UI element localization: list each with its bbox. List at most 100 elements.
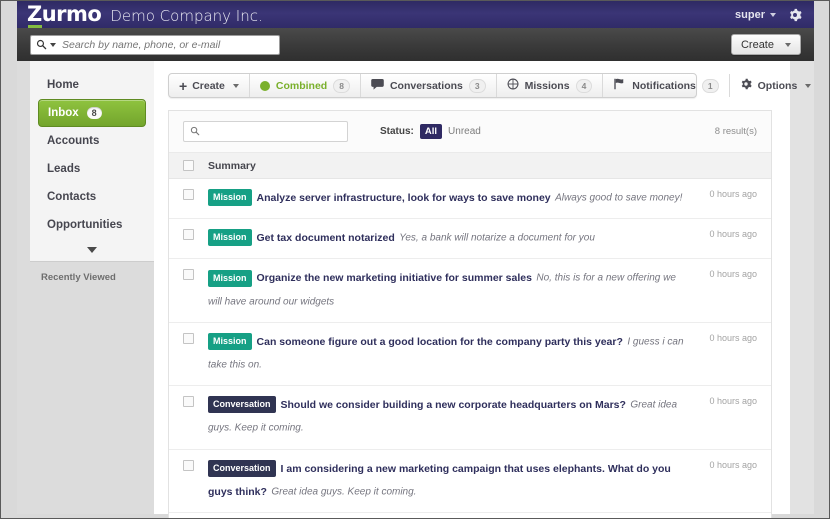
row-title[interactable]: Analyze server infrastructure, look for … (257, 192, 551, 204)
row-title[interactable]: Should we consider building a new corpor… (281, 399, 626, 411)
tab-missions[interactable]: Missions 4 (497, 74, 604, 97)
main-content: + Create Combined 8 Conversations (154, 61, 790, 514)
sidebar-item-label: Leads (47, 163, 80, 175)
tab-label: Combined (276, 80, 327, 92)
tab-label: Options (758, 80, 798, 92)
tab-label: Notifications (632, 80, 696, 92)
gear-icon[interactable] (788, 8, 802, 22)
row-checkbox[interactable] (183, 229, 194, 240)
logo-area[interactable]: Zurmo Demo Company Inc. (17, 4, 263, 25)
row-title[interactable]: Get tax document notarized (257, 232, 395, 244)
sidebar-nav: Home Inbox 8 Accounts Leads Contacts Opp… (30, 61, 154, 261)
type-badge: Mission (208, 189, 252, 206)
page-body: Home Inbox 8 Accounts Leads Contacts Opp… (17, 61, 814, 514)
sidebar-more-button[interactable] (38, 239, 146, 261)
inbox-badge: 8 (87, 107, 102, 119)
row-content: Conversation Should we consider building … (208, 394, 695, 440)
plus-icon: + (179, 79, 187, 93)
table-row[interactable]: ConversationI am considering a new marke… (169, 450, 771, 513)
tab-options[interactable]: Options (730, 74, 822, 97)
type-badge: Mission (208, 229, 252, 246)
row-checkbox[interactable] (183, 269, 194, 280)
table-row[interactable]: Mission Organize the new marketing initia… (169, 259, 771, 322)
sidebar-item-opportunities[interactable]: Opportunities (38, 211, 146, 239)
status-filter-group: Status: All Unread (380, 124, 481, 139)
sidebar: Home Inbox 8 Accounts Leads Contacts Opp… (30, 61, 154, 514)
sidebar-item-inbox[interactable]: Inbox 8 (38, 99, 146, 127)
status-filter-all[interactable]: All (420, 124, 442, 139)
feed-toolbar: + Create Combined 8 Conversations (168, 73, 697, 98)
type-badge: Mission (208, 333, 252, 350)
row-checkbox[interactable] (183, 396, 194, 407)
select-all-checkbox[interactable] (183, 160, 194, 171)
search-icon[interactable] (36, 39, 56, 50)
status-filter-unread[interactable]: Unread (448, 126, 481, 137)
row-content: Mission Analyze server infrastructure, lo… (208, 187, 695, 210)
feed-search-box[interactable] (183, 121, 348, 142)
table-row[interactable]: Mission Analyze server infrastructure, lo… (169, 179, 771, 219)
column-header-summary: Summary (208, 160, 256, 172)
row-timestamp: 0 hours ago (695, 269, 757, 279)
global-search-box[interactable] (30, 35, 280, 55)
row-timestamp: 0 hours ago (695, 460, 757, 470)
tab-combined[interactable]: Combined 8 (250, 74, 361, 97)
row-subtitle: Yes, a bank will notarize a document for… (399, 233, 595, 244)
row-content: Mission Can someone figure out a good loc… (208, 331, 695, 377)
row-title[interactable]: Can someone figure out a good location f… (257, 336, 623, 348)
tab-label: Missions (525, 80, 570, 92)
chevron-down-icon (233, 84, 239, 88)
row-timestamp: 0 hours ago (695, 396, 757, 406)
gear-icon (740, 78, 752, 93)
sidebar-item-accounts[interactable]: Accounts (38, 127, 146, 155)
tab-notifications[interactable]: Notifications 1 (603, 74, 729, 97)
app-logo: Zurmo (27, 4, 101, 25)
table-row[interactable]: Mission Get tax document notarized Yes, a… (169, 219, 771, 259)
search-scope-chevron-icon[interactable] (50, 43, 56, 47)
row-checkbox[interactable] (183, 333, 194, 344)
search-icon (190, 123, 200, 141)
chevron-down-icon (785, 43, 791, 47)
toolbar-create-label: Create (192, 80, 225, 92)
table-row[interactable]: ConversationVacation time in December Gr… (169, 513, 771, 519)
row-subtitle: Always good to save money! (555, 193, 682, 204)
toolbar-create-button[interactable]: + Create (169, 74, 250, 97)
flag-icon (613, 78, 626, 93)
sidebar-item-contacts[interactable]: Contacts (38, 183, 146, 211)
chevron-down-icon (770, 13, 776, 17)
row-checkbox[interactable] (183, 189, 194, 200)
table-row[interactable]: Conversation Should we consider building … (169, 386, 771, 449)
sidebar-item-label: Accounts (47, 135, 99, 147)
sidebar-item-label: Contacts (47, 191, 96, 203)
sidebar-item-label: Inbox (48, 107, 79, 119)
brand-header: Zurmo Demo Company Inc. super (17, 1, 814, 28)
sidebar-item-leads[interactable]: Leads (38, 155, 146, 183)
tab-label: Conversations (390, 80, 463, 92)
app-window: Zurmo Demo Company Inc. super (0, 0, 830, 519)
row-timestamp: 0 hours ago (695, 333, 757, 343)
right-gutter (790, 61, 814, 514)
row-content: ConversationI am considering a new marke… (208, 458, 695, 504)
global-search-input[interactable] (62, 39, 274, 51)
company-name: Demo Company Inc. (110, 7, 262, 25)
speech-bubble-icon (371, 79, 384, 93)
create-button[interactable]: Create (731, 34, 801, 55)
tab-count: 3 (469, 79, 486, 93)
type-badge: Conversation (208, 460, 276, 477)
tab-conversations[interactable]: Conversations 3 (361, 74, 497, 97)
chevron-down-icon (87, 247, 97, 253)
table-row[interactable]: Mission Can someone figure out a good loc… (169, 323, 771, 386)
type-badge: Conversation (208, 396, 276, 413)
recently-viewed-title: Recently Viewed (41, 272, 143, 283)
green-dot-icon (260, 81, 270, 91)
list-header-row: Summary (169, 153, 771, 179)
row-title[interactable]: Organize the new marketing initiative fo… (257, 273, 532, 285)
row-subtitle: Great idea guys. Keep it coming. (271, 486, 416, 497)
sidebar-item-label: Home (47, 79, 79, 91)
sidebar-item-home[interactable]: Home (38, 71, 146, 99)
type-badge: Mission (208, 270, 252, 287)
row-checkbox[interactable] (183, 460, 194, 471)
brand-right-group: super (735, 8, 814, 22)
feed-search-input[interactable] (205, 126, 341, 137)
user-menu[interactable]: super (735, 9, 776, 21)
user-menu-label: super (735, 9, 765, 21)
